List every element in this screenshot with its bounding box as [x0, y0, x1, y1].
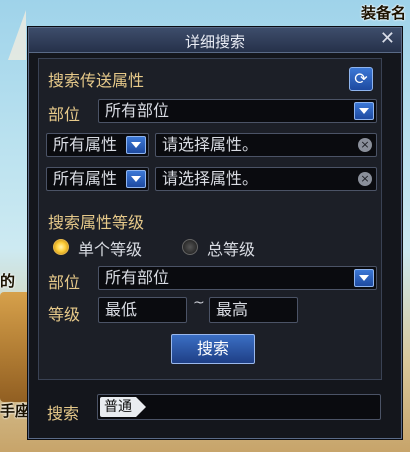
- radio-total-level[interactable]: [182, 239, 198, 255]
- range-separator: ~: [193, 295, 205, 311]
- slot-label: 部位: [48, 105, 81, 124]
- clear-icon[interactable]: ×: [358, 172, 372, 186]
- level-max-placeholder: 最高: [216, 300, 249, 319]
- attribute-input-2[interactable]: 请选择属性。 ×: [155, 167, 377, 191]
- slot-select[interactable]: 所有部位: [98, 99, 377, 123]
- level-label: 等级: [48, 305, 81, 324]
- background-text-left-2: 手座: [0, 402, 31, 420]
- attribute-input-1-placeholder: 请选择属性。: [162, 135, 259, 154]
- refresh-icon[interactable]: ⟳: [349, 67, 373, 91]
- slot-select-value: 所有部位: [105, 101, 170, 120]
- attribute-input-2-placeholder: 请选择属性。: [162, 169, 259, 188]
- close-icon[interactable]: ✕: [380, 29, 395, 49]
- chevron-down-icon[interactable]: [126, 170, 146, 188]
- search-button[interactable]: 搜索: [171, 334, 255, 364]
- detailed-search-dialog: 详细搜索 ✕ 搜索传送属性 ⟳ 部位 所有部位 所有属性 请选择属性。 × 所有…: [28, 27, 402, 439]
- level-max-input[interactable]: 最高: [209, 297, 298, 323]
- radio-total-level-label[interactable]: 总等级: [207, 236, 255, 260]
- footer-search-input[interactable]: 普通: [97, 394, 381, 420]
- attribute-section-title: 搜索传送属性: [48, 71, 145, 90]
- background-text-left-1: 的: [0, 272, 16, 290]
- background-sail: [8, 10, 26, 60]
- dialog-title: 详细搜索: [184, 33, 245, 51]
- chevron-down-icon[interactable]: [354, 269, 374, 287]
- background-equipment-text: 装备名: [360, 4, 406, 22]
- search-mode-tag[interactable]: 普通: [100, 397, 146, 417]
- level-min-placeholder: 最低: [105, 300, 138, 319]
- footer-search-label: 搜索: [47, 404, 80, 423]
- background-treasure-chest: [0, 292, 30, 402]
- attribute-select-1-value: 所有属性: [53, 135, 118, 154]
- radio-single-level-label[interactable]: 单个等级: [78, 236, 142, 260]
- radio-single-level[interactable]: [53, 239, 69, 255]
- search-options-panel: 搜索传送属性 ⟳ 部位 所有部位 所有属性 请选择属性。 × 所有属性 请选择属…: [38, 58, 382, 380]
- chevron-down-icon[interactable]: [126, 136, 146, 154]
- level-min-input[interactable]: 最低: [98, 297, 187, 323]
- attribute-input-1[interactable]: 请选择属性。 ×: [155, 133, 377, 157]
- level-slot-select[interactable]: 所有部位: [98, 266, 377, 290]
- attribute-select-2-value: 所有属性: [53, 169, 118, 188]
- level-slot-select-value: 所有部位: [105, 268, 170, 287]
- attribute-select-1[interactable]: 所有属性: [46, 133, 149, 157]
- dialog-titlebar[interactable]: 详细搜索 ✕: [29, 28, 401, 53]
- attribute-select-2[interactable]: 所有属性: [46, 167, 149, 191]
- chevron-down-icon[interactable]: [354, 102, 374, 120]
- level-slot-label: 部位: [48, 273, 81, 292]
- clear-icon[interactable]: ×: [358, 138, 372, 152]
- level-section-title: 搜索属性等级: [48, 213, 145, 232]
